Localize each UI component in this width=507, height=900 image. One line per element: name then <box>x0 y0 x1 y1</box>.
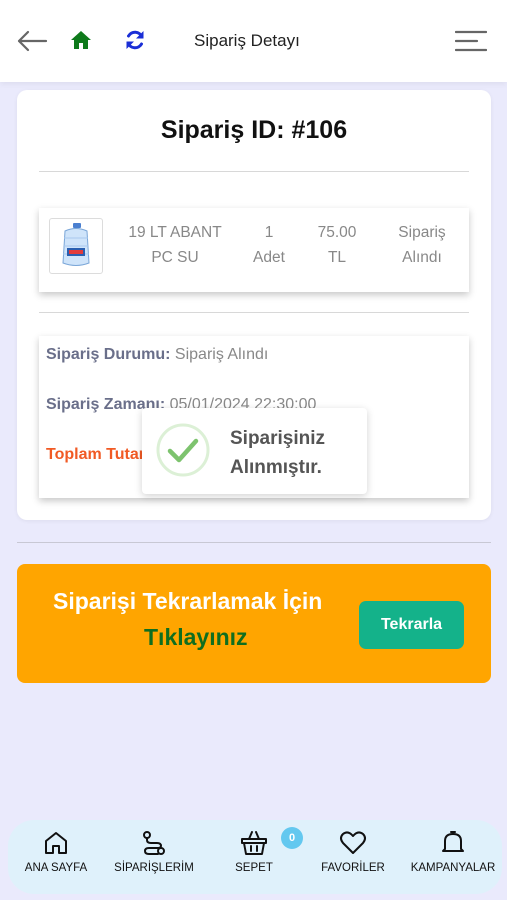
divider <box>17 542 491 543</box>
product-price: 75.00 TL <box>317 224 357 266</box>
toast-message: Siparişiniz Alınmıştır. <box>230 428 326 478</box>
bell-icon <box>442 831 464 852</box>
nav-label: ANA SAYFA <box>24 862 88 874</box>
heart-icon <box>340 831 366 854</box>
nav-label: SEPET <box>235 862 273 874</box>
nav-item-orders[interactable]: SİPARİŞLERİM <box>99 830 209 874</box>
product-image <box>49 218 103 274</box>
order-item-row[interactable]: 19 LT ABANT PC SU 1 Adet 75.00 TL Sipari… <box>39 208 469 292</box>
divider <box>39 171 469 172</box>
repeat-order-text: Siparişi Tekrarlamak İçin <box>53 588 323 614</box>
product-name: 19 LT ABANT PC SU <box>128 224 222 266</box>
repeat-order-subtext: Tıklayınız <box>144 624 248 650</box>
divider <box>39 312 469 313</box>
nav-label: FAVORİLER <box>321 862 385 874</box>
nav-item-favorites[interactable]: FAVORİLER <box>298 830 408 874</box>
nav-item-campaigns[interactable]: KAMPANYALAR <box>398 830 507 874</box>
refresh-icon[interactable] <box>124 29 146 56</box>
arrow-left-icon[interactable] <box>16 29 48 58</box>
page-title: Sipariş Detayı <box>194 31 300 50</box>
home-icon[interactable] <box>70 30 92 55</box>
route-icon <box>143 831 165 855</box>
order-status-value: Sipariş Alındı <box>174 346 269 363</box>
basket-icon <box>241 831 267 855</box>
product-quantity: 1 Adet <box>253 224 285 266</box>
order-id-title: Sipariş ID: #106 <box>160 116 348 144</box>
order-status-label: Sipariş Durumu: <box>46 346 171 363</box>
check-circle-icon <box>155 422 211 483</box>
item-status: Sipariş Alındı <box>398 224 446 266</box>
order-received-toast: Siparişiniz Alınmıştır. <box>142 408 367 494</box>
order-total-label: Toplam Tutar: <box>46 446 151 463</box>
home-icon <box>45 832 67 854</box>
repeat-order-button[interactable]: Tekrarla <box>359 601 464 649</box>
repeat-order-banner: Siparişi Tekrarlamak İçin Tıklayınız Tek… <box>17 564 491 683</box>
nav-label: SİPARİŞLERİM <box>114 862 194 874</box>
bottom-navigation: ANA SAYFA SİPARİŞLERİM SEPET 0 FAVORİLER… <box>8 820 502 894</box>
nav-item-home[interactable]: ANA SAYFA <box>1 830 111 874</box>
order-status-line: Sipariş Durumu: Sipariş Alındı <box>46 346 268 364</box>
hamburger-menu-icon[interactable] <box>454 30 488 57</box>
nav-label: KAMPANYALAR <box>410 862 496 874</box>
app-header: Sipariş Detayı <box>0 0 507 82</box>
